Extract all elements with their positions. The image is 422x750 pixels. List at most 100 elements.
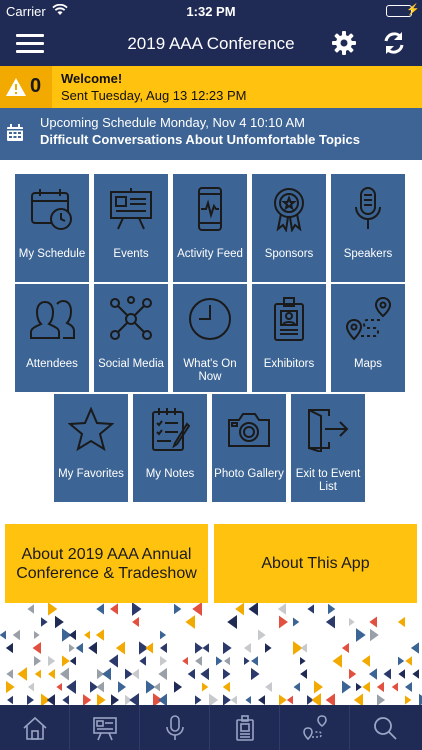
pattern-triangle: [224, 656, 230, 666]
pattern-triangle: [68, 629, 76, 641]
page-title: 2019 AAA Conference: [127, 34, 295, 53]
pattern-triangle: [27, 695, 34, 705]
upcoming-schedule-banner[interactable]: Upcoming Schedule Monday, Nov 4 10:10 AM…: [0, 108, 422, 160]
tile-my-notes[interactable]: My Notes: [133, 394, 207, 502]
pattern-triangle: [265, 643, 272, 653]
tile-exhibitors[interactable]: Exhibitors: [252, 284, 326, 392]
pattern-triangle: [377, 694, 386, 705]
tile-label: My Notes: [145, 468, 195, 480]
pattern-triangle: [376, 681, 384, 693]
pattern-triangle: [34, 655, 42, 667]
tile-label: Maps: [353, 358, 383, 370]
tab-search[interactable]: [350, 705, 422, 750]
tile-attendees[interactable]: Attendees: [15, 284, 89, 392]
pattern-triangle: [410, 642, 419, 654]
status-time: 1:32 PM: [186, 4, 236, 19]
pattern-triangle: [110, 603, 118, 615]
pattern-triangle: [223, 641, 232, 655]
about-conference-button[interactable]: About 2019 AAA Annual Conference & Trade…: [5, 524, 208, 603]
pattern-triangle: [328, 603, 336, 615]
tile-social-media[interactable]: Social Media: [94, 284, 168, 392]
pattern-triangle: [235, 603, 244, 616]
tile-my-schedule[interactable]: My Schedule: [15, 174, 89, 282]
pattern-triangle: [311, 693, 321, 705]
pattern-triangle: [125, 668, 133, 680]
camera-icon: [228, 413, 270, 447]
home-icon: [23, 716, 47, 740]
pattern-triangle: [341, 642, 349, 654]
tile-label: Photo Gallery: [214, 468, 284, 480]
pattern-triangle: [185, 615, 195, 629]
welcome-banner[interactable]: 0 Welcome! Sent Tuesday, Aug 13 12:23 PM: [0, 66, 422, 108]
pattern-triangle: [6, 669, 13, 679]
charging-icon: ⚡: [406, 4, 420, 16]
pattern-triangle: [88, 641, 97, 655]
pattern-triangle: [32, 641, 41, 655]
tile-photo-gallery[interactable]: Photo Gallery: [212, 394, 286, 502]
pattern-triangle: [244, 656, 250, 666]
network-icon: [110, 296, 152, 340]
tab-exhibitors[interactable]: [210, 705, 280, 750]
calendar-icon: [7, 124, 23, 141]
gear-icon[interactable]: [331, 30, 357, 56]
pattern-triangle: [279, 694, 287, 705]
tab-maps[interactable]: [280, 705, 350, 750]
tile-exit-to-event-list[interactable]: Exit to Event List: [291, 394, 365, 502]
tab-speakers[interactable]: [140, 705, 210, 750]
tile-whats-on-now[interactable]: What's On Now: [173, 284, 247, 392]
badge-icon: [236, 715, 254, 741]
microphone-icon: [355, 187, 381, 229]
tile-label: Social Media: [98, 358, 164, 370]
tile-speakers[interactable]: Speakers: [331, 174, 405, 282]
map-route-icon: [345, 296, 391, 341]
pattern-triangle: [405, 695, 412, 705]
alert-count-box[interactable]: 0: [0, 66, 52, 108]
pattern-triangle: [200, 667, 209, 681]
pattern-triangle: [209, 693, 219, 705]
pattern-triangle: [145, 642, 153, 654]
upcoming-datetime: Upcoming Schedule Monday, Nov 4 10:10 AM: [40, 115, 305, 130]
tile-sponsors[interactable]: Sponsors: [252, 174, 326, 282]
pattern-triangle: [59, 667, 69, 681]
pattern-triangle: [368, 668, 377, 680]
nav-bar: 2019 AAA Conference: [0, 22, 422, 66]
pattern-triangle: [83, 694, 92, 705]
pattern-triangle: [131, 668, 139, 680]
pattern-triangle: [27, 682, 34, 692]
pattern-triangle: [102, 667, 111, 681]
pattern-triangle: [108, 654, 118, 668]
tile-label: Activity Feed: [177, 248, 243, 260]
pattern-triangle: [96, 681, 104, 693]
welcome-subtitle: Sent Tuesday, Aug 13 12:23 PM: [61, 88, 247, 103]
tile-maps[interactable]: Maps: [331, 284, 405, 392]
triangle-pattern: [0, 603, 422, 705]
refresh-icon[interactable]: [381, 30, 407, 56]
search-icon: [374, 717, 397, 740]
pattern-triangle: [293, 682, 300, 692]
pattern-triangle: [293, 617, 300, 627]
pattern-triangle: [248, 603, 258, 616]
pattern-triangle: [397, 616, 405, 628]
tile-my-favorites[interactable]: My Favorites: [54, 394, 128, 502]
tile-activity-feed[interactable]: Activity Feed: [173, 174, 247, 282]
pattern-triangle: [158, 667, 167, 681]
pattern-triangle: [223, 668, 231, 680]
pattern-triangle: [95, 629, 104, 641]
tile-label: My Schedule: [18, 248, 86, 260]
about-app-button[interactable]: About This App: [214, 524, 417, 603]
tab-home[interactable]: [0, 705, 70, 750]
pattern-triangle: [66, 680, 76, 694]
welcome-title: Welcome!: [61, 71, 123, 86]
pattern-triangle: [356, 628, 366, 642]
people-icon: [30, 299, 75, 339]
microphone-icon: [166, 715, 184, 740]
tab-events[interactable]: [70, 705, 140, 750]
pattern-triangle: [34, 630, 40, 640]
tile-events[interactable]: Events: [94, 174, 168, 282]
clock-icon: [189, 298, 231, 340]
pattern-triangle: [55, 615, 64, 629]
star-icon: [68, 406, 114, 452]
pattern-triangle: [132, 603, 142, 616]
tile-label: Speakers: [343, 248, 393, 260]
pattern-triangle: [325, 615, 335, 629]
